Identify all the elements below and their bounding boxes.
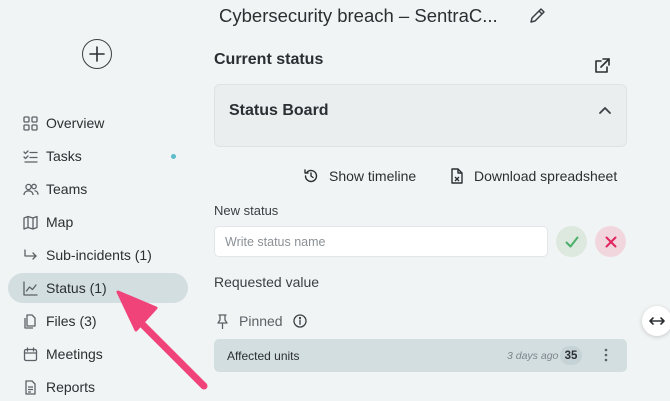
status-row[interactable]: Affected units 3 days ago 35: [214, 339, 627, 372]
cancel-status-button[interactable]: [595, 226, 626, 257]
section-title: Current status: [214, 51, 324, 68]
show-timeline-label: Show timeline: [329, 168, 417, 184]
row-menu-button[interactable]: [604, 348, 608, 362]
sidebar-item-sub-incidents[interactable]: Sub-incidents (1): [8, 240, 188, 270]
external-link-icon: [595, 58, 610, 73]
open-external-button[interactable]: [594, 58, 610, 74]
files-icon: [23, 313, 38, 329]
sidebar-item-status[interactable]: Status (1): [8, 273, 188, 303]
status-row-label: Affected units: [227, 348, 300, 363]
sidebar-item-overview[interactable]: Overview: [8, 108, 188, 138]
status-row-time: 3 days ago: [507, 349, 559, 362]
sidebar-item-tasks[interactable]: Tasks: [8, 141, 188, 171]
pinned-header: Pinned: [216, 313, 307, 329]
sidebar: Overview Tasks Teams Map Sub-incidents (…: [0, 0, 200, 401]
edit-title-button[interactable]: [528, 6, 547, 25]
sidebar-item-label: Meetings: [46, 346, 103, 362]
history-icon: [303, 168, 319, 184]
info-icon[interactable]: [292, 314, 307, 328]
checkmark-icon: [565, 236, 578, 247]
checklist-icon: [23, 149, 38, 164]
horizontal-resize-icon: [649, 317, 665, 325]
sidebar-item-label: Map: [46, 214, 74, 230]
sidebar-item-label: Overview: [46, 115, 105, 131]
download-spreadsheet-label: Download spreadsheet: [474, 168, 618, 184]
pinned-label: Pinned: [239, 313, 283, 329]
new-status-label: New status: [214, 203, 279, 218]
status-board-panel[interactable]: Status Board: [214, 84, 627, 147]
requested-value-label: Requested value: [214, 274, 320, 290]
sidebar-item-label: Teams: [46, 181, 88, 197]
line-chart-icon: [23, 280, 38, 296]
sidebar-item-meetings[interactable]: Meetings: [8, 339, 188, 369]
calendar-icon: [23, 346, 38, 362]
sub-incident-arrow-icon: [23, 248, 38, 263]
sidebar-item-label: Status (1): [46, 280, 107, 296]
spreadsheet-file-icon: [450, 168, 464, 184]
sidebar-item-label: Reports: [46, 379, 96, 395]
people-icon: [23, 182, 39, 197]
plus-icon: [89, 46, 105, 62]
sidebar-item-label: Sub-incidents (1): [46, 247, 152, 263]
sidebar-item-reports[interactable]: Reports: [8, 372, 188, 401]
new-status-input[interactable]: [214, 226, 548, 257]
close-icon: [605, 236, 616, 247]
pencil-icon: [530, 8, 545, 23]
grid-icon: [23, 115, 38, 131]
sidebar-item-label: Tasks: [46, 148, 82, 164]
sidebar-item-map[interactable]: Map: [8, 207, 188, 237]
add-button[interactable]: [82, 39, 112, 69]
pin-icon: [216, 313, 229, 329]
resize-handle[interactable]: [642, 306, 670, 336]
sidebar-item-teams[interactable]: Teams: [8, 174, 188, 204]
unread-indicator-dot: [171, 154, 176, 159]
sidebar-item-label: Files (3): [46, 313, 97, 329]
status-row-count: 35: [560, 346, 582, 365]
board-title: Status Board: [229, 102, 329, 119]
incident-title: Cybersecurity breach – SentraC...: [219, 5, 498, 26]
download-spreadsheet-button[interactable]: Download spreadsheet: [450, 168, 617, 184]
confirm-status-button[interactable]: [556, 226, 587, 257]
report-icon: [23, 379, 38, 395]
show-timeline-button[interactable]: Show timeline: [303, 168, 416, 184]
kebab-menu-icon: [604, 348, 608, 362]
collapse-board-button[interactable]: [598, 105, 612, 115]
map-icon: [23, 215, 38, 230]
chevron-up-icon: [599, 107, 611, 114]
sidebar-item-files[interactable]: Files (3): [8, 306, 188, 336]
